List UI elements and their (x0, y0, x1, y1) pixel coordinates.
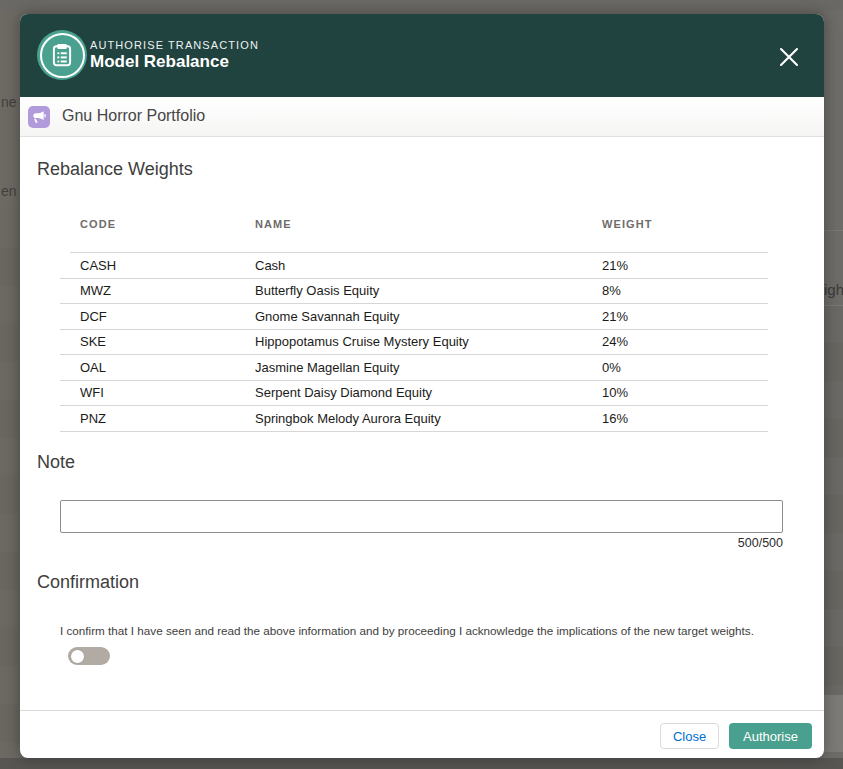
table-cell-name: Serpent Daisy Diamond Equity (255, 385, 602, 400)
table-row: OALJasmine Magellan Equity0% (60, 355, 768, 381)
background-top-bar (0, 0, 843, 10)
table-cell-code: OAL (80, 360, 255, 375)
confirmation-toggle[interactable] (68, 647, 110, 665)
confirmation-heading: Confirmation (37, 572, 139, 593)
backdrop-right-rows (824, 305, 843, 695)
table-row: SKEHippopotamus Cruise Mystery Equity24% (60, 330, 768, 356)
table-cell-name: Jasmine Magellan Equity (255, 360, 602, 375)
column-header-name: NAME (255, 218, 292, 230)
weights-table: CODE NAME WEIGHT CASHCash21%MWZButterfly… (60, 210, 768, 432)
table-cell-name: Hippopotamus Cruise Mystery Equity (255, 334, 602, 349)
column-header-weight: WEIGHT (602, 218, 653, 230)
table-cell-code: CASH (80, 258, 255, 273)
table-cell-weight: 8% (602, 283, 621, 298)
backdrop-right-light (824, 695, 843, 752)
weights-table-body: CASHCash21%MWZButterfly Oasis Equity8%DC… (60, 253, 768, 432)
table-cell-name: Springbok Melody Aurora Equity (255, 411, 602, 426)
rebalance-weights-heading: Rebalance Weights (37, 159, 193, 180)
table-cell-code: PNZ (80, 411, 255, 426)
note-character-counter: 500/500 (60, 536, 783, 550)
modal-title: Model Rebalance (90, 52, 229, 72)
backdrop-right: igh (824, 10, 843, 758)
table-cell-code: WFI (80, 385, 255, 400)
table-row: CASHCash21% (60, 253, 768, 279)
table-row: DCFGnome Savannah Equity21% (60, 304, 768, 330)
authorise-button[interactable]: Authorise (729, 723, 812, 749)
authorise-transaction-modal: AUTHORISE TRANSACTION Model Rebalance Gn… (20, 14, 824, 758)
portfolio-name: Gnu Horror Portfolio (62, 107, 205, 125)
table-row: WFISerpent Daisy Diamond Equity10% (60, 381, 768, 407)
column-header-code: CODE (80, 218, 116, 230)
footer-divider (20, 710, 824, 711)
transaction-clipboard-icon (37, 30, 87, 80)
megaphone-icon (28, 106, 50, 128)
table-cell-code: MWZ (80, 283, 255, 298)
close-icon[interactable] (778, 46, 800, 68)
table-row: PNZSpringbok Melody Aurora Equity16% (60, 406, 768, 432)
modal-header: AUTHORISE TRANSACTION Model Rebalance (20, 14, 824, 97)
note-heading: Note (37, 452, 75, 473)
portfolio-bar: Gnu Horror Portfolio (20, 97, 824, 137)
table-row: MWZButterfly Oasis Equity8% (60, 279, 768, 305)
backdrop-divider (824, 230, 843, 231)
table-cell-weight: 0% (602, 360, 621, 375)
weights-table-header: CODE NAME WEIGHT (60, 210, 768, 253)
note-input[interactable] (60, 500, 783, 533)
table-cell-weight: 10% (602, 385, 628, 400)
backdrop-bottom (0, 758, 843, 769)
backdrop-text-fragment: en (1, 183, 17, 199)
table-cell-name: Cash (255, 258, 602, 273)
table-cell-name: Gnome Savannah Equity (255, 309, 602, 324)
backdrop-text-fragment: ne (1, 94, 17, 110)
table-cell-weight: 21% (602, 258, 628, 273)
table-cell-weight: 24% (602, 334, 628, 349)
toggle-knob (70, 649, 85, 664)
backdrop-text-fragment: igh (824, 281, 843, 298)
backdrop-divider (824, 305, 843, 306)
backdrop-left: ne en (0, 10, 20, 758)
table-cell-weight: 16% (602, 411, 628, 426)
table-cell-weight: 21% (602, 309, 628, 324)
table-cell-code: DCF (80, 309, 255, 324)
table-cell-code: SKE (80, 334, 255, 349)
modal-eyebrow: AUTHORISE TRANSACTION (90, 39, 259, 51)
backdrop-left-rows (0, 210, 20, 758)
confirmation-statement: I confirm that I have seen and read the … (60, 624, 754, 637)
close-button[interactable]: Close (660, 723, 719, 749)
table-cell-name: Butterfly Oasis Equity (255, 283, 602, 298)
